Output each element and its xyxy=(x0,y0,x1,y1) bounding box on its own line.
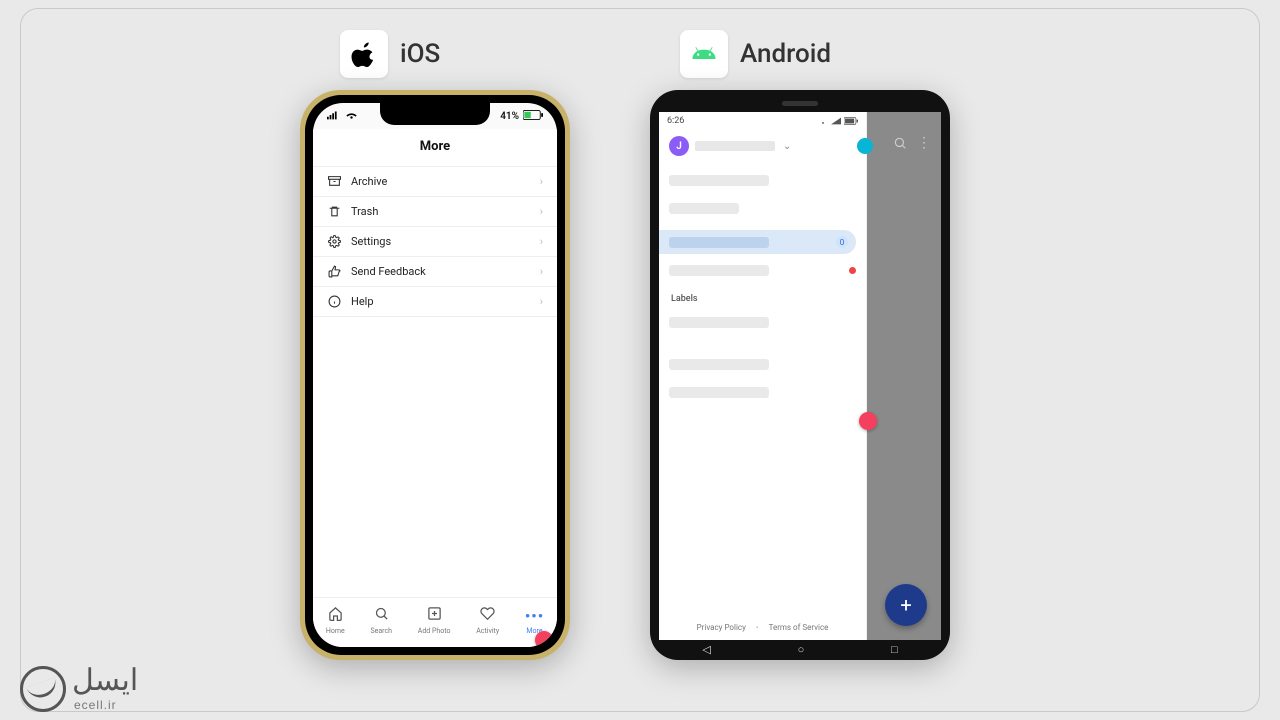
drawer-item[interactable] xyxy=(669,352,866,376)
android-status-bar: 6:26 xyxy=(659,112,866,130)
card-frame xyxy=(20,8,1260,712)
chevron-right-icon: › xyxy=(540,175,543,188)
overflow-icon[interactable]: ⋮ xyxy=(917,136,931,154)
menu-item-settings[interactable]: Settings › xyxy=(313,227,557,257)
heart-icon xyxy=(480,606,495,625)
gear-icon xyxy=(327,235,341,248)
tab-home[interactable]: Home xyxy=(326,606,345,635)
thumbs-up-icon xyxy=(327,265,341,278)
recent-icon[interactable]: □ xyxy=(891,643,898,656)
menu-label: Archive xyxy=(351,175,530,188)
drawer-item[interactable] xyxy=(669,168,866,192)
plus-icon: + xyxy=(900,593,911,617)
tab-label: Home xyxy=(326,627,345,635)
account-name-placeholder xyxy=(695,141,775,151)
notification-dot xyxy=(849,267,856,274)
page-title: More xyxy=(313,129,557,167)
search-icon[interactable] xyxy=(893,136,907,154)
trash-icon xyxy=(327,205,341,218)
tab-search[interactable]: Search xyxy=(370,606,392,635)
terms-link[interactable]: Terms of Service xyxy=(769,623,829,632)
menu-item-trash[interactable]: Trash › xyxy=(313,197,557,227)
ios-phone: 41% More Archive › Trash › xyxy=(300,90,570,660)
android-icon xyxy=(680,30,728,78)
android-label: Android xyxy=(680,30,831,78)
highlight-dot xyxy=(859,412,877,430)
tab-label: Search xyxy=(370,627,392,635)
brand-logo-icon xyxy=(20,666,66,712)
drawer-item[interactable] xyxy=(669,380,866,404)
android-nav-bar: ◁ ○ □ xyxy=(659,640,941,658)
highlight-dot xyxy=(535,631,553,647)
archive-icon xyxy=(327,175,341,188)
home-icon[interactable]: ○ xyxy=(798,643,805,656)
tab-label: Activity xyxy=(476,627,499,635)
tab-activity[interactable]: Activity xyxy=(476,606,499,635)
apple-icon xyxy=(340,30,388,78)
drawer-item[interactable] xyxy=(669,196,866,220)
ios-label-text: iOS xyxy=(400,39,440,69)
chevron-down-icon: ⌄ xyxy=(783,141,791,152)
chevron-right-icon: › xyxy=(540,205,543,218)
drawer-item[interactable] xyxy=(669,310,866,334)
drawer-item[interactable] xyxy=(669,258,866,282)
drawer-footer: Privacy Policy • Terms of Service xyxy=(659,615,866,640)
search-icon xyxy=(374,606,389,625)
status-icons xyxy=(818,116,858,126)
brand-name-en: ecell.ir xyxy=(74,698,138,712)
battery-icon xyxy=(523,110,543,123)
tab-add-photo[interactable]: Add Photo xyxy=(418,606,451,635)
menu-list: Archive › Trash › Settings › Send Feedba… xyxy=(313,167,557,317)
chevron-right-icon: › xyxy=(540,235,543,248)
main-content-scrim[interactable]: ⋮ + xyxy=(867,112,941,640)
ios-label: iOS xyxy=(340,30,440,78)
android-label-text: Android xyxy=(740,39,831,69)
watermark: ایسل ecell.ir xyxy=(20,663,138,712)
menu-label: Send Feedback xyxy=(351,265,530,278)
fab-add[interactable]: + xyxy=(885,584,927,626)
tab-bar: Home Search Add Photo Activity ••• More xyxy=(313,597,557,647)
menu-item-help[interactable]: Help › xyxy=(313,287,557,317)
more-icon: ••• xyxy=(525,607,544,625)
plus-square-icon xyxy=(427,606,442,625)
menu-item-feedback[interactable]: Send Feedback › xyxy=(313,257,557,287)
wifi-icon xyxy=(345,110,358,123)
brand-name-fa: ایسل xyxy=(72,663,138,698)
chevron-right-icon: › xyxy=(540,265,543,278)
privacy-link[interactable]: Privacy Policy xyxy=(697,623,746,632)
notch xyxy=(380,103,490,125)
nav-drawer: 6:26 J ⌄ 0 xyxy=(659,112,867,640)
tab-label: Add Photo xyxy=(418,627,451,635)
section-label: Labels xyxy=(659,284,866,308)
avatar: J xyxy=(669,136,689,156)
count-badge: 0 xyxy=(836,236,848,248)
battery-text: 41% xyxy=(500,111,519,122)
menu-item-archive[interactable]: Archive › xyxy=(313,167,557,197)
status-time: 6:26 xyxy=(667,116,684,126)
chevron-right-icon: › xyxy=(540,295,543,308)
info-icon xyxy=(327,295,341,308)
menu-label: Trash xyxy=(351,205,530,218)
menu-label: Help xyxy=(351,295,530,308)
back-icon[interactable]: ◁ xyxy=(702,643,710,656)
drawer-item-selected[interactable]: 0 xyxy=(659,230,856,254)
signal-icon xyxy=(327,110,341,123)
home-icon xyxy=(328,606,343,625)
menu-label: Settings xyxy=(351,235,530,248)
account-switcher[interactable]: J ⌄ xyxy=(659,130,866,166)
android-phone: 6:26 J ⌄ 0 xyxy=(650,90,950,660)
